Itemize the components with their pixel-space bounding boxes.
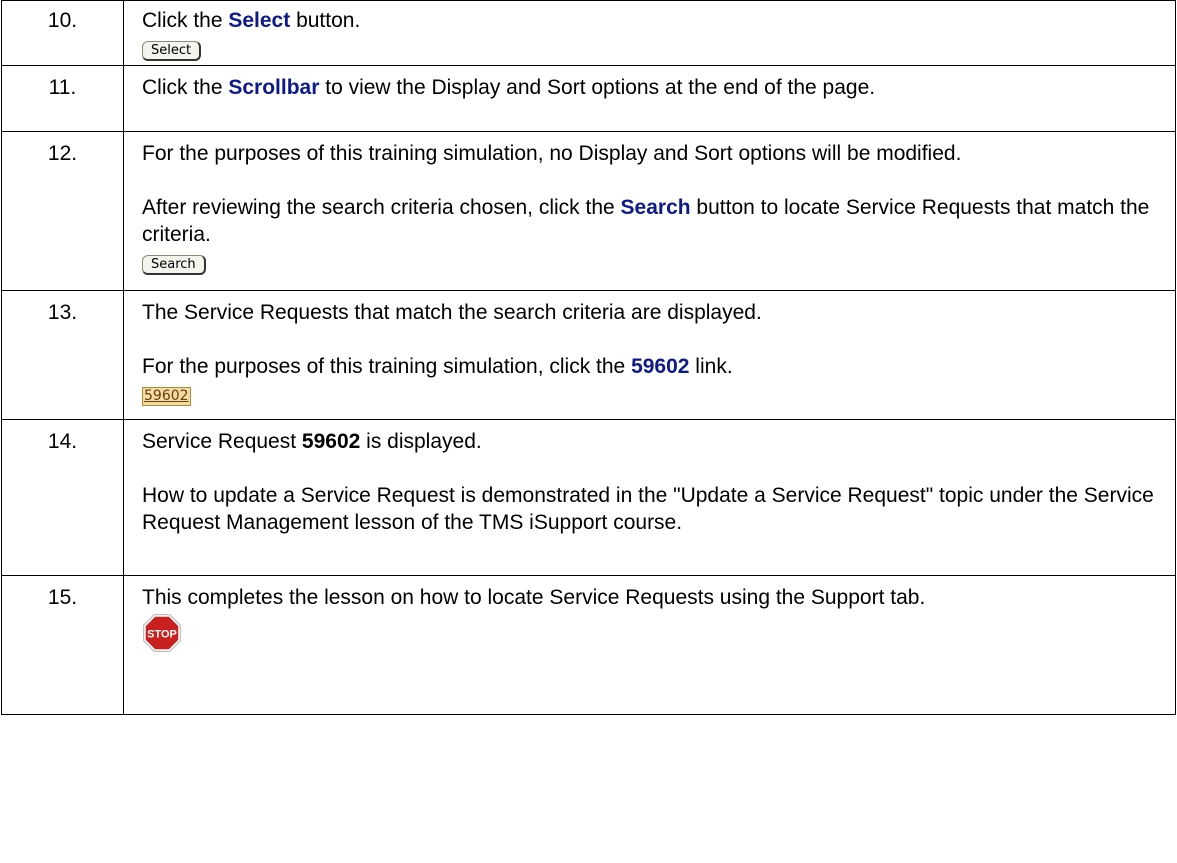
step-row: 14. Service Request 59602 is displayed. … — [1, 419, 1176, 576]
step-number: 12. — [1, 131, 124, 291]
step-text: The Service Requests that match the sear… — [123, 290, 1176, 420]
keyword-search: Search — [620, 196, 691, 219]
select-button[interactable]: Select — [142, 41, 202, 61]
step-row: 12. For the purposes of this training si… — [1, 131, 1176, 291]
step-number: 15. — [1, 575, 124, 715]
step-text-post: is displayed. — [360, 430, 482, 453]
step-text-pre: Click the — [142, 9, 229, 32]
stop-sign-icon: STOP — [143, 614, 181, 652]
step-text-pre: Service Request — [142, 430, 302, 453]
steps-table: 10. Click the Select button. Select 11. … — [1, 0, 1176, 715]
step-number: 14. — [1, 419, 124, 576]
step-row: 11. Click the Scrollbar to view the Disp… — [1, 65, 1176, 132]
step-number: 10. — [1, 0, 124, 66]
step-text-post: button. — [290, 9, 361, 32]
step-text: Click the Select button. Select — [123, 0, 1176, 66]
step-paragraph: How to update a Service Request is demon… — [142, 484, 1154, 534]
step-text: Service Request 59602 is displayed. How … — [123, 419, 1176, 576]
step-text-post: link. — [689, 355, 733, 378]
step-number: 13. — [1, 290, 124, 420]
step-paragraph: For the purposes of this training simula… — [142, 142, 962, 165]
step-text-pre: Click the — [142, 76, 229, 99]
keyword-59602: 59602 — [631, 355, 690, 378]
keyword-select: Select — [228, 9, 291, 32]
step-text: Click the Scrollbar to view the Display … — [123, 65, 1176, 132]
step-text-pre: After reviewing the search criteria chos… — [142, 196, 621, 219]
step-row: 15. This completes the lesson on how to … — [1, 575, 1176, 715]
step-number: 11. — [1, 65, 124, 132]
stop-sign-label: STOP — [147, 629, 177, 641]
service-request-59602-link[interactable]: 59602 — [142, 387, 191, 406]
step-paragraph: The Service Requests that match the sear… — [142, 301, 762, 324]
step-text: This completes the lesson on how to loca… — [123, 575, 1176, 715]
step-paragraph: This completes the lesson on how to loca… — [142, 586, 926, 609]
search-button[interactable]: Search — [142, 255, 206, 275]
step-row: 13. The Service Requests that match the … — [1, 290, 1176, 420]
step-text-pre: For the purposes of this training simula… — [142, 355, 632, 378]
keyword-scrollbar: Scrollbar — [228, 76, 320, 99]
step-text-post: to view the Display and Sort options at … — [319, 76, 876, 99]
request-number: 59602 — [301, 430, 361, 453]
step-text: For the purposes of this training simula… — [123, 131, 1176, 291]
step-row: 10. Click the Select button. Select — [1, 0, 1176, 66]
